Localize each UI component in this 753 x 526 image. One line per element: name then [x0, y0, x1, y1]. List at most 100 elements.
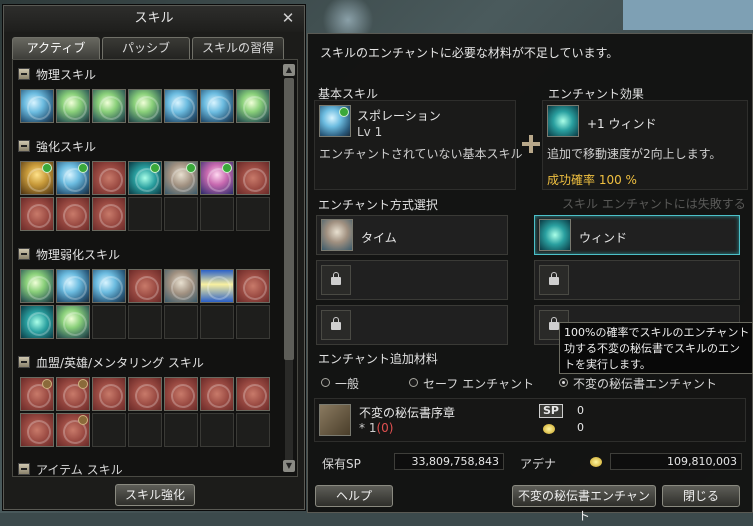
- base-skill-panel: スポレーション Lv 1 エンチャントされていない基本スキル: [314, 100, 523, 190]
- skill-icon[interactable]: [56, 377, 90, 411]
- skill-icon[interactable]: [20, 413, 54, 447]
- skill-icon[interactable]: [128, 269, 162, 303]
- tooltip-line: 100%の確率でスキルのエンチャント: [564, 326, 750, 339]
- spoil-skill-icon: [319, 105, 351, 137]
- enchant-badge-icon: [78, 379, 88, 389]
- scroll-item-icon: [319, 404, 351, 436]
- enchant-badge-icon: [150, 163, 160, 173]
- empty-slot: [164, 413, 198, 447]
- radio-safe-label[interactable]: セーフ エンチャント: [423, 375, 534, 392]
- collapse-icon[interactable]: [18, 68, 30, 80]
- method-option-wind[interactable]: ウィンド: [534, 215, 740, 255]
- skill-icon[interactable]: [20, 89, 54, 123]
- category-title: 血盟/英雄/メンタリング スキル: [36, 355, 204, 370]
- skill-icon[interactable]: [56, 161, 90, 195]
- clock-icon: [321, 219, 353, 251]
- radio-normal-label[interactable]: 一般: [335, 375, 359, 392]
- radio-safe[interactable]: [409, 378, 418, 387]
- collapse-icon[interactable]: [18, 463, 30, 475]
- close-button[interactable]: 閉じる: [662, 485, 740, 507]
- close-icon[interactable]: ✕: [280, 9, 296, 27]
- empty-slot: [200, 197, 234, 231]
- tab-active[interactable]: アクティブ: [12, 37, 100, 59]
- skill-icon[interactable]: [200, 161, 234, 195]
- tooltip-line: トを実行します。: [564, 358, 651, 371]
- enchant-badge-icon: [78, 415, 88, 425]
- material-count-value: * 1: [359, 421, 377, 435]
- plus-icon: [522, 135, 540, 153]
- skill-icon[interactable]: [236, 377, 270, 411]
- tooltip-line: 功する不変の秘伝書でスキルのエン: [564, 342, 740, 355]
- skill-enhance-button[interactable]: スキル強化: [115, 484, 195, 506]
- skill-icon[interactable]: [56, 305, 90, 339]
- skill-icon[interactable]: [200, 89, 234, 123]
- category-buff: 強化スキル: [18, 137, 270, 231]
- skill-icon[interactable]: [164, 269, 198, 303]
- radio-immutable-label[interactable]: 不変の秘伝書エンチャント: [573, 375, 717, 392]
- skill-icon[interactable]: [56, 413, 90, 447]
- category-title: 物理弱化スキル: [36, 247, 121, 262]
- skill-icon[interactable]: [20, 161, 54, 195]
- extra-material-label: エンチャント追加材料: [318, 352, 438, 366]
- skill-icon[interactable]: [128, 377, 162, 411]
- empty-slot: [164, 305, 198, 339]
- skill-icon[interactable]: [56, 89, 90, 123]
- lock-icon: [331, 272, 341, 285]
- adena-coin-icon: [590, 457, 602, 467]
- skill-icon[interactable]: [164, 377, 198, 411]
- scroll-down-icon[interactable]: ▼: [283, 460, 295, 472]
- skill-icon[interactable]: [200, 377, 234, 411]
- empty-slot: [92, 305, 126, 339]
- background-sky: [623, 0, 753, 30]
- skill-icon[interactable]: [164, 161, 198, 195]
- adena-value: 109,810,003: [610, 453, 742, 470]
- collapse-icon[interactable]: [18, 248, 30, 260]
- wind-skill-icon: [547, 105, 579, 137]
- category-item-partial: アイテム スキル: [18, 463, 123, 475]
- empty-slot: [128, 305, 162, 339]
- help-button[interactable]: ヘルプ: [315, 485, 393, 507]
- scroll-thumb[interactable]: [284, 78, 294, 360]
- skill-icon[interactable]: [20, 305, 54, 339]
- skill-icon[interactable]: [128, 89, 162, 123]
- skill-icon[interactable]: [200, 269, 234, 303]
- empty-slot: [128, 413, 162, 447]
- required-sp: 0: [577, 404, 584, 417]
- collapse-icon[interactable]: [18, 140, 30, 152]
- skill-icon[interactable]: [236, 161, 270, 195]
- skill-icon[interactable]: [20, 377, 54, 411]
- radio-immutable[interactable]: [559, 378, 568, 387]
- skill-icon[interactable]: [92, 161, 126, 195]
- category-title: アイテム スキル: [36, 463, 123, 475]
- material-item-name: 不変の秘伝書序章: [359, 406, 456, 420]
- skill-icon[interactable]: [128, 161, 162, 195]
- tab-passive[interactable]: パッシブ: [102, 37, 190, 59]
- skill-list-scrollbar[interactable]: ▲ ▼: [283, 64, 295, 474]
- material-panel: 不変の秘伝書序章 * 1(0) SP 0 0: [314, 398, 746, 442]
- held-sp-label: 保有SP: [322, 457, 361, 471]
- skill-icon[interactable]: [92, 89, 126, 123]
- empty-slot: [92, 413, 126, 447]
- collapse-icon[interactable]: [18, 356, 30, 368]
- status-message: スキルのエンチャントに必要な材料が不足しています。: [320, 46, 619, 60]
- required-adena: 0: [577, 421, 584, 434]
- skill-icon[interactable]: [164, 89, 198, 123]
- immutable-enchant-button[interactable]: 不変の秘伝書エンチャント: [512, 485, 656, 523]
- adena-coin-icon: [543, 424, 555, 434]
- skill-icon[interactable]: [92, 377, 126, 411]
- skill-icon[interactable]: [20, 197, 54, 231]
- skill-icon[interactable]: [56, 197, 90, 231]
- tab-learn-skill[interactable]: スキルの習得: [192, 37, 284, 59]
- skill-icon[interactable]: [236, 269, 270, 303]
- skill-icon[interactable]: [92, 269, 126, 303]
- scroll-up-icon[interactable]: ▲: [283, 64, 295, 76]
- radio-normal[interactable]: [321, 378, 330, 387]
- method-option-time[interactable]: タイム: [316, 215, 508, 255]
- skill-icon[interactable]: [92, 197, 126, 231]
- skill-icon[interactable]: [56, 269, 90, 303]
- skill-icon[interactable]: [20, 269, 54, 303]
- category-physical: 物理スキル: [18, 65, 270, 123]
- base-skill-desc: エンチャントされていない基本スキル: [319, 147, 523, 161]
- skill-icon[interactable]: [236, 89, 270, 123]
- material-count-owned: (0): [376, 421, 394, 435]
